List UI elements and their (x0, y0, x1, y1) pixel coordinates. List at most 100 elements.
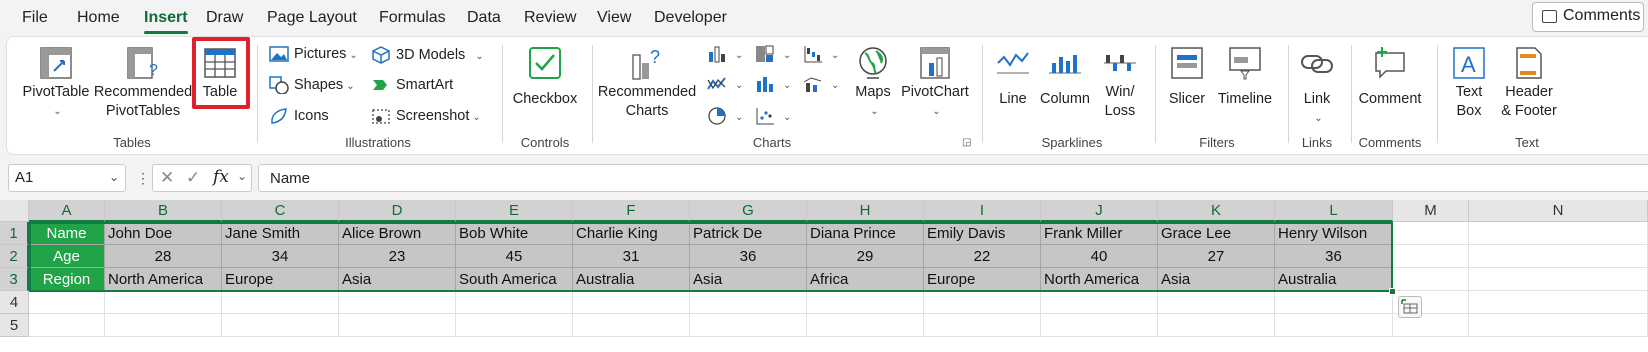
cell-h2[interactable]: 29 (807, 245, 924, 268)
row-header-1[interactable]: 1 (0, 222, 29, 245)
new-comment-button[interactable]: Comment (1357, 45, 1423, 109)
column-header-m[interactable]: M (1393, 200, 1469, 222)
cell-a3[interactable]: Region (29, 268, 105, 291)
cell-c2[interactable]: 34 (222, 245, 339, 268)
cell-a2[interactable]: Age (29, 245, 105, 268)
cell-g2[interactable]: 36 (690, 245, 807, 268)
tab-file[interactable]: File (22, 9, 48, 27)
column-header-b[interactable]: B (105, 200, 222, 222)
shapes-button[interactable]: Shapes ⌄ (269, 76, 355, 94)
column-header-l[interactable]: L (1275, 200, 1393, 222)
formula-input[interactable]: Name (258, 164, 1648, 192)
header-footer-button[interactable]: Header & Footer (1497, 45, 1561, 121)
cell-e3[interactable]: South America (456, 268, 573, 291)
column-header-h[interactable]: H (807, 200, 924, 222)
empty-cell[interactable] (1469, 314, 1648, 337)
cell-d3[interactable]: Asia (339, 268, 456, 291)
empty-cell[interactable] (339, 314, 456, 337)
column-header-a[interactable]: A (29, 200, 105, 222)
pivotchart-button[interactable]: PivotChart ⌄ (897, 45, 973, 121)
cell-d2[interactable]: 23 (339, 245, 456, 268)
empty-cell[interactable] (1393, 222, 1469, 245)
empty-cell[interactable] (105, 314, 222, 337)
empty-cell[interactable] (1158, 291, 1275, 314)
column-header-c[interactable]: C (222, 200, 339, 222)
sparkline-winloss-button[interactable]: Win/ Loss (1097, 45, 1143, 121)
cell-l2[interactable]: 36 (1275, 245, 1393, 268)
pie-chart-button[interactable]: ⌄ (707, 107, 743, 125)
cell-j1[interactable]: Frank Miller (1041, 222, 1158, 245)
tab-view[interactable]: View (597, 9, 631, 27)
cell-c1[interactable]: Jane Smith (222, 222, 339, 245)
comments-button[interactable]: Comments (1532, 2, 1644, 32)
cell-h3[interactable]: Africa (807, 268, 924, 291)
select-all-corner[interactable] (0, 200, 29, 222)
empty-cell[interactable] (456, 291, 573, 314)
cell-e1[interactable]: Bob White (456, 222, 573, 245)
cell-l3[interactable]: Australia (1275, 268, 1393, 291)
fill-handle[interactable] (1389, 288, 1396, 295)
column-header-k[interactable]: K (1158, 200, 1275, 222)
cell-c3[interactable]: Europe (222, 268, 339, 291)
quick-analysis-icon[interactable] (1398, 296, 1422, 318)
empty-cell[interactable] (1469, 291, 1648, 314)
recommended-pivottables-button[interactable]: ? Recommended PivotTables (93, 45, 193, 121)
empty-cell[interactable] (807, 291, 924, 314)
cell-f3[interactable]: Australia (573, 268, 690, 291)
row-header-2[interactable]: 2 (0, 245, 29, 268)
timeline-button[interactable]: Timeline (1215, 45, 1275, 109)
cell-j3[interactable]: North America (1041, 268, 1158, 291)
recommended-charts-button[interactable]: ? Recommended Charts (597, 45, 697, 121)
empty-cell[interactable] (573, 291, 690, 314)
cell-k3[interactable]: Asia (1158, 268, 1275, 291)
tab-page-layout[interactable]: Page Layout (267, 9, 357, 27)
tab-data[interactable]: Data (467, 9, 501, 27)
line-chart-button[interactable]: ⌄ (707, 75, 743, 93)
empty-cell[interactable] (1469, 268, 1648, 291)
name-box[interactable]: A1 ⌄ (8, 164, 126, 192)
cell-d1[interactable]: Alice Brown (339, 222, 456, 245)
text-box-button[interactable]: A Text Box (1445, 45, 1493, 121)
waterfall-chart-button[interactable]: ⌄ (803, 45, 839, 63)
pivottable-button[interactable]: PivotTable ⌄ (19, 45, 93, 121)
combo-chart-button[interactable]: ⌄ (803, 75, 839, 93)
3d-models-button[interactable]: 3D Models ⌄ (371, 46, 484, 64)
cell-g3[interactable]: Asia (690, 268, 807, 291)
column-header-j[interactable]: J (1041, 200, 1158, 222)
link-button[interactable]: Link ⌄ (1297, 45, 1337, 128)
tab-draw[interactable]: Draw (206, 9, 243, 27)
sparkline-column-button[interactable]: Column (1037, 45, 1093, 109)
cell-a1[interactable]: Name (29, 222, 105, 245)
row-header-4[interactable]: 4 (0, 291, 29, 314)
cell-j2[interactable]: 40 (1041, 245, 1158, 268)
cell-i1[interactable]: Emily Davis (924, 222, 1041, 245)
cell-b3[interactable]: North America (105, 268, 222, 291)
cell-h1[interactable]: Diana Prince (807, 222, 924, 245)
cell-i2[interactable]: 22 (924, 245, 1041, 268)
statistic-chart-button[interactable]: ⌄ (755, 75, 791, 93)
empty-cell[interactable] (1041, 314, 1158, 337)
scatter-chart-button[interactable]: ⌄ (755, 107, 791, 125)
column-header-e[interactable]: E (456, 200, 573, 222)
row-header-3[interactable]: 3 (0, 268, 29, 291)
slicer-button[interactable]: Slicer (1163, 45, 1211, 109)
icons-button[interactable]: Icons (269, 107, 329, 125)
empty-cell[interactable] (1469, 222, 1648, 245)
row-header-5[interactable]: 5 (0, 314, 29, 337)
cell-i3[interactable]: Europe (924, 268, 1041, 291)
empty-cell[interactable] (924, 291, 1041, 314)
sparkline-line-button[interactable]: Line (992, 45, 1034, 109)
cell-l1[interactable]: Henry Wilson (1275, 222, 1393, 245)
empty-cell[interactable] (1393, 245, 1469, 268)
tab-formulas[interactable]: Formulas (379, 9, 446, 27)
empty-cell[interactable] (807, 314, 924, 337)
empty-cell[interactable] (573, 314, 690, 337)
empty-cell[interactable] (1393, 268, 1469, 291)
tab-review[interactable]: Review (524, 9, 576, 27)
enter-icon[interactable]: ✓ (186, 168, 200, 188)
cell-e2[interactable]: 45 (456, 245, 573, 268)
empty-cell[interactable] (1041, 291, 1158, 314)
maps-button[interactable]: Maps ⌄ (850, 45, 896, 121)
empty-cell[interactable] (690, 291, 807, 314)
cancel-icon[interactable]: ✕ (160, 168, 174, 188)
